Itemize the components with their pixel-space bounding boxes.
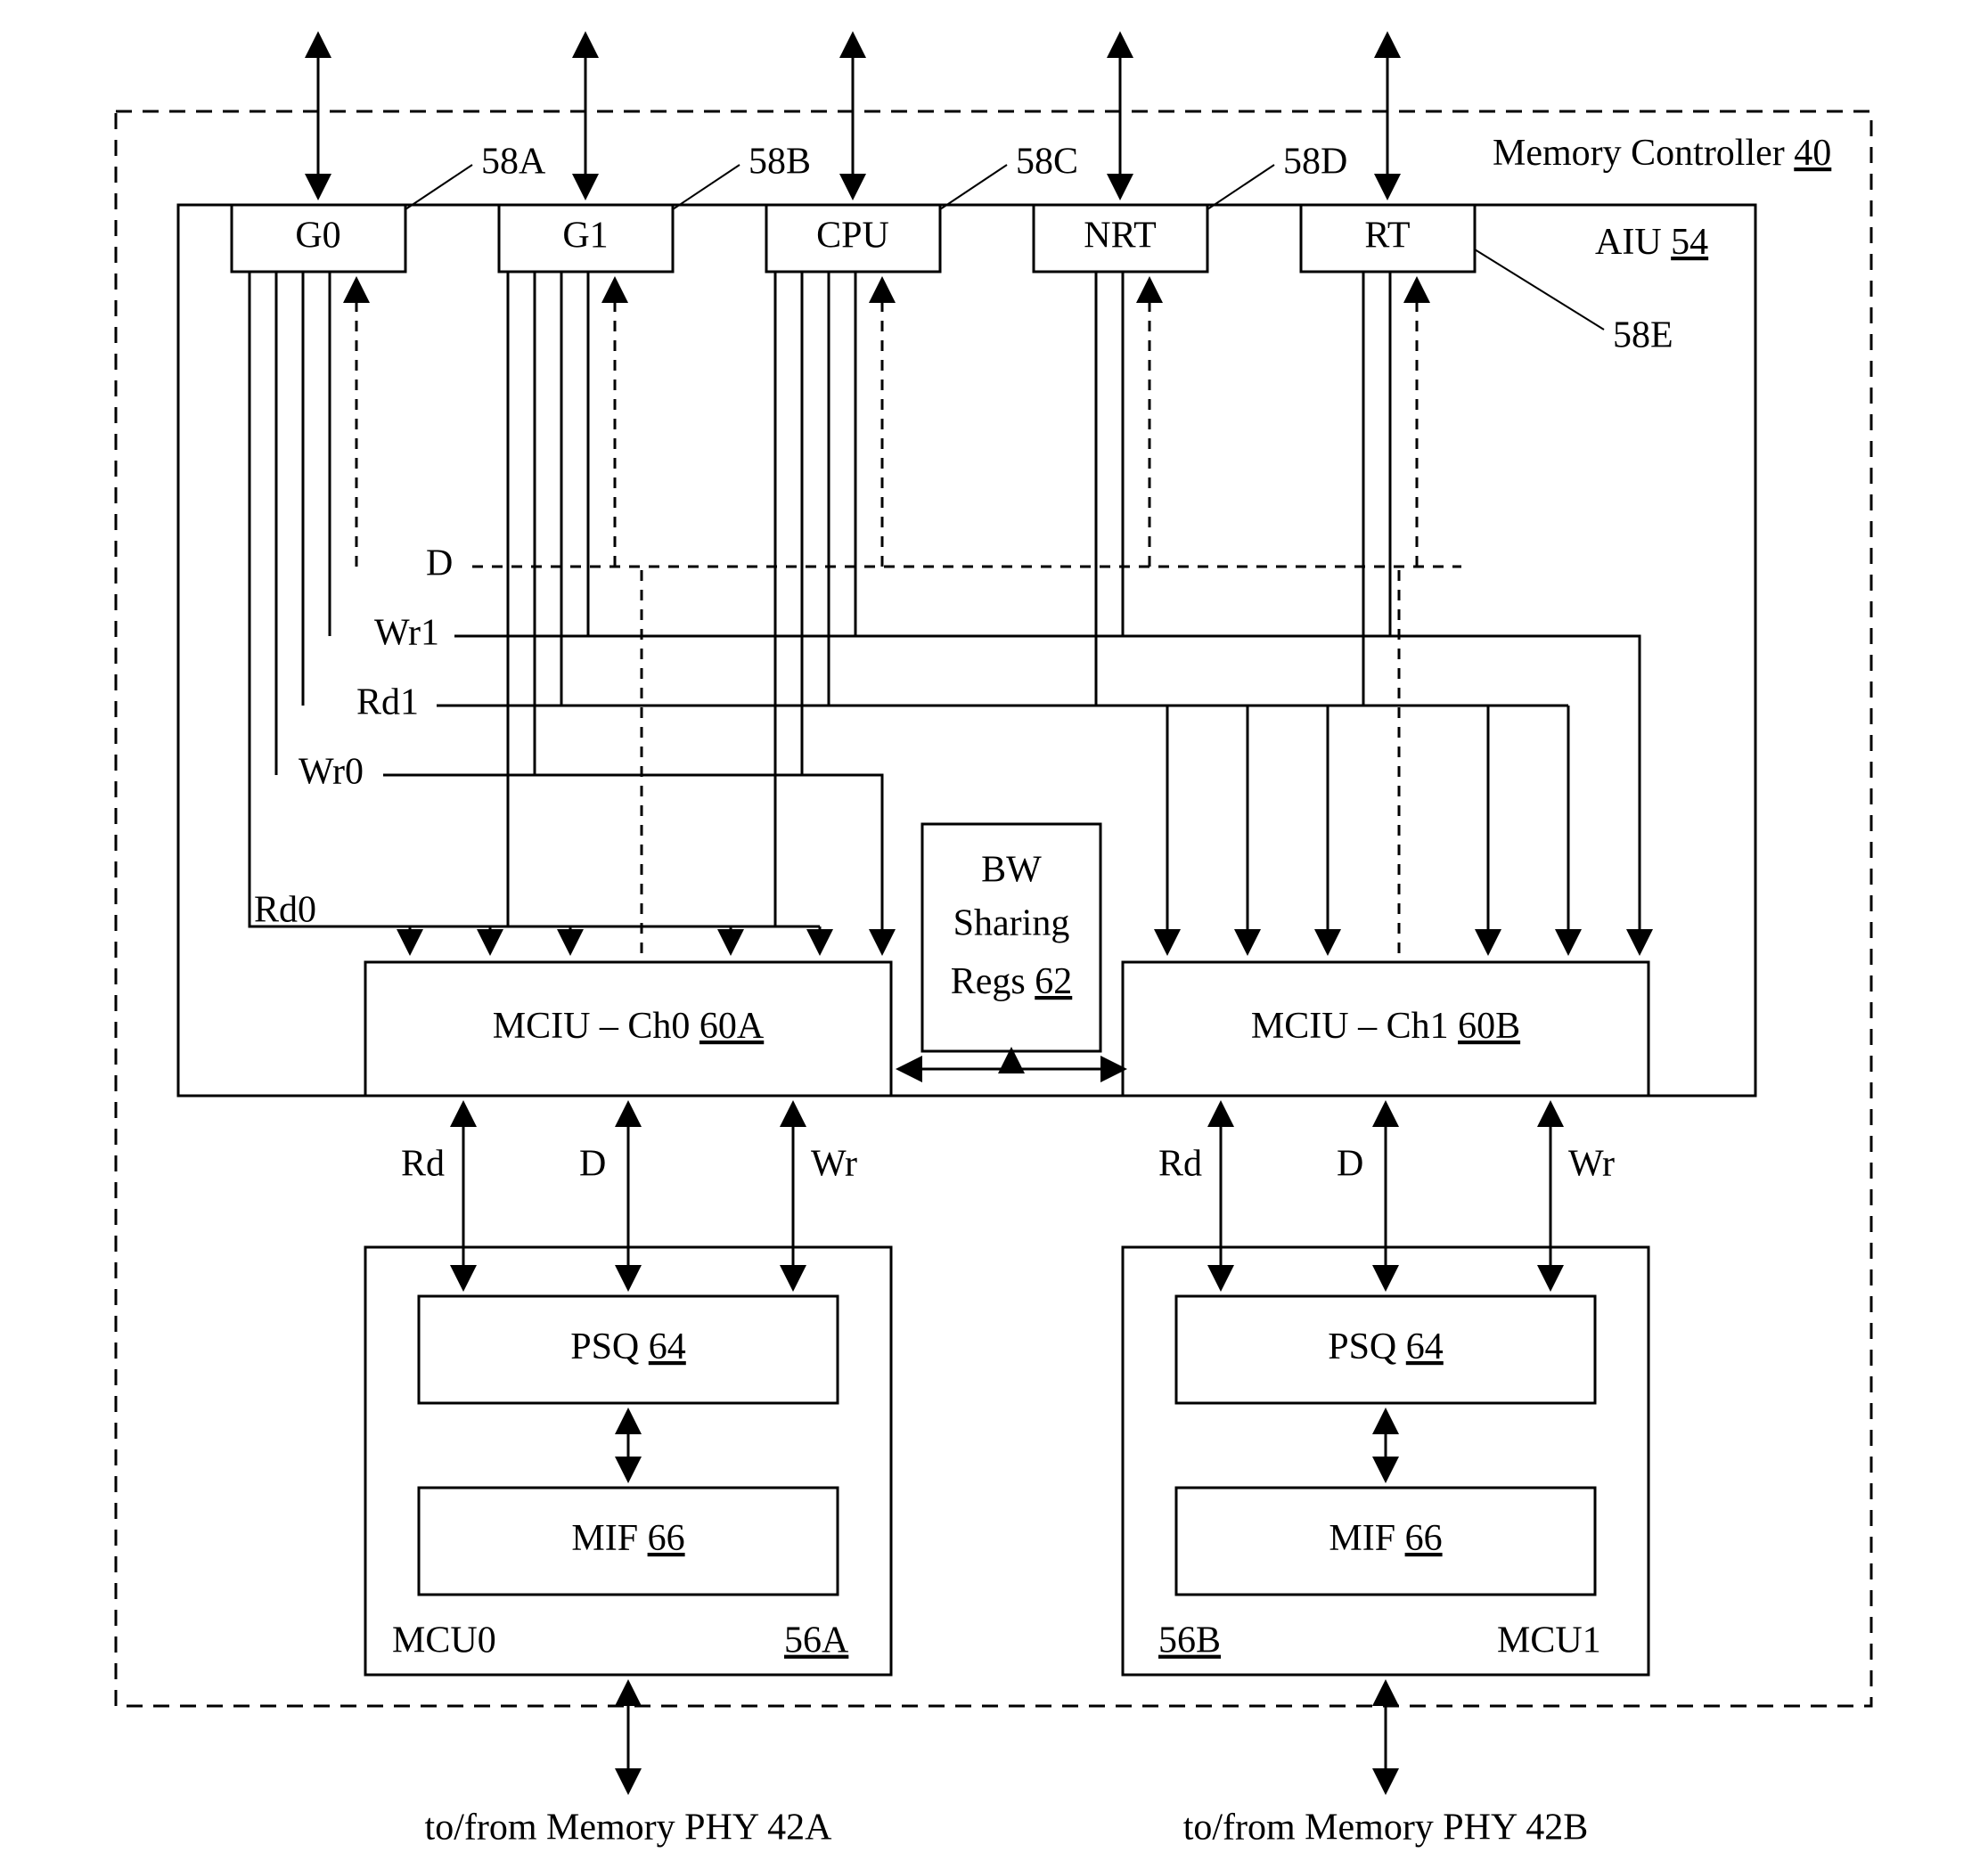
svg-text:58E: 58E <box>1613 315 1673 356</box>
svg-text:Wr: Wr <box>1568 1144 1615 1185</box>
svg-text:58D: 58D <box>1283 142 1347 183</box>
bw-line1: BW <box>981 850 1042 891</box>
mciu-ch1-label: MCIU – Ch1 60B <box>1251 1006 1520 1047</box>
svg-text:MCU1: MCU1 <box>1497 1620 1601 1661</box>
svg-text:D: D <box>579 1144 606 1185</box>
svg-text:NRT: NRT <box>1084 216 1156 257</box>
mcu1-group: PSQ 64 MIF 66 56B MCU1 Rd D Wr to/from M… <box>1123 1105 1648 1849</box>
aiu-label: AIU 54 <box>1595 222 1708 263</box>
svg-text:58A: 58A <box>481 142 546 183</box>
svg-text:G1: G1 <box>562 216 608 257</box>
memory-controller-label: Memory Controller 40 <box>1493 133 1831 174</box>
bw-line2: Sharing <box>953 903 1070 944</box>
svg-text:Rd: Rd <box>401 1144 445 1185</box>
memory-controller-diagram: Memory Controller 40 AIU 54 G0 58A G1 58… <box>0 0 1988 1869</box>
svg-text:RT: RT <box>1364 216 1410 257</box>
svg-text:56A: 56A <box>784 1620 849 1661</box>
bus-d-label: D <box>426 543 453 584</box>
svg-text:56B: 56B <box>1158 1620 1221 1661</box>
svg-text:Wr: Wr <box>811 1144 857 1185</box>
bw-line3: Regs 62 <box>951 961 1073 1002</box>
svg-text:CPU: CPU <box>816 216 889 257</box>
phy0-label: to/from Memory PHY 42A <box>425 1808 833 1849</box>
bus-rd0-label: Rd0 <box>254 890 316 931</box>
mif1-label: MIF 66 <box>1329 1518 1442 1559</box>
bus-wr0-label: Wr0 <box>299 752 364 793</box>
svg-text:Rd: Rd <box>1158 1144 1202 1185</box>
phy1-label: to/from Memory PHY 42B <box>1183 1808 1589 1849</box>
bus-wr1-label: Wr1 <box>374 613 439 654</box>
mciu-ch0-label: MCIU – Ch0 60A <box>493 1006 765 1047</box>
svg-text:MCU0: MCU0 <box>392 1620 496 1661</box>
mcu0-group: PSQ 64 MIF 66 MCU0 56A Rd D Wr to/from M… <box>365 1105 891 1849</box>
svg-text:D: D <box>1337 1144 1363 1185</box>
bus-rd1-label: Rd1 <box>356 682 419 723</box>
svg-text:58B: 58B <box>749 142 811 183</box>
mif0-label: MIF 66 <box>571 1518 684 1559</box>
psq1-label: PSQ 64 <box>1328 1326 1444 1367</box>
psq0-label: PSQ 64 <box>570 1326 686 1367</box>
svg-text:58C: 58C <box>1016 142 1078 183</box>
svg-text:G0: G0 <box>295 216 340 257</box>
